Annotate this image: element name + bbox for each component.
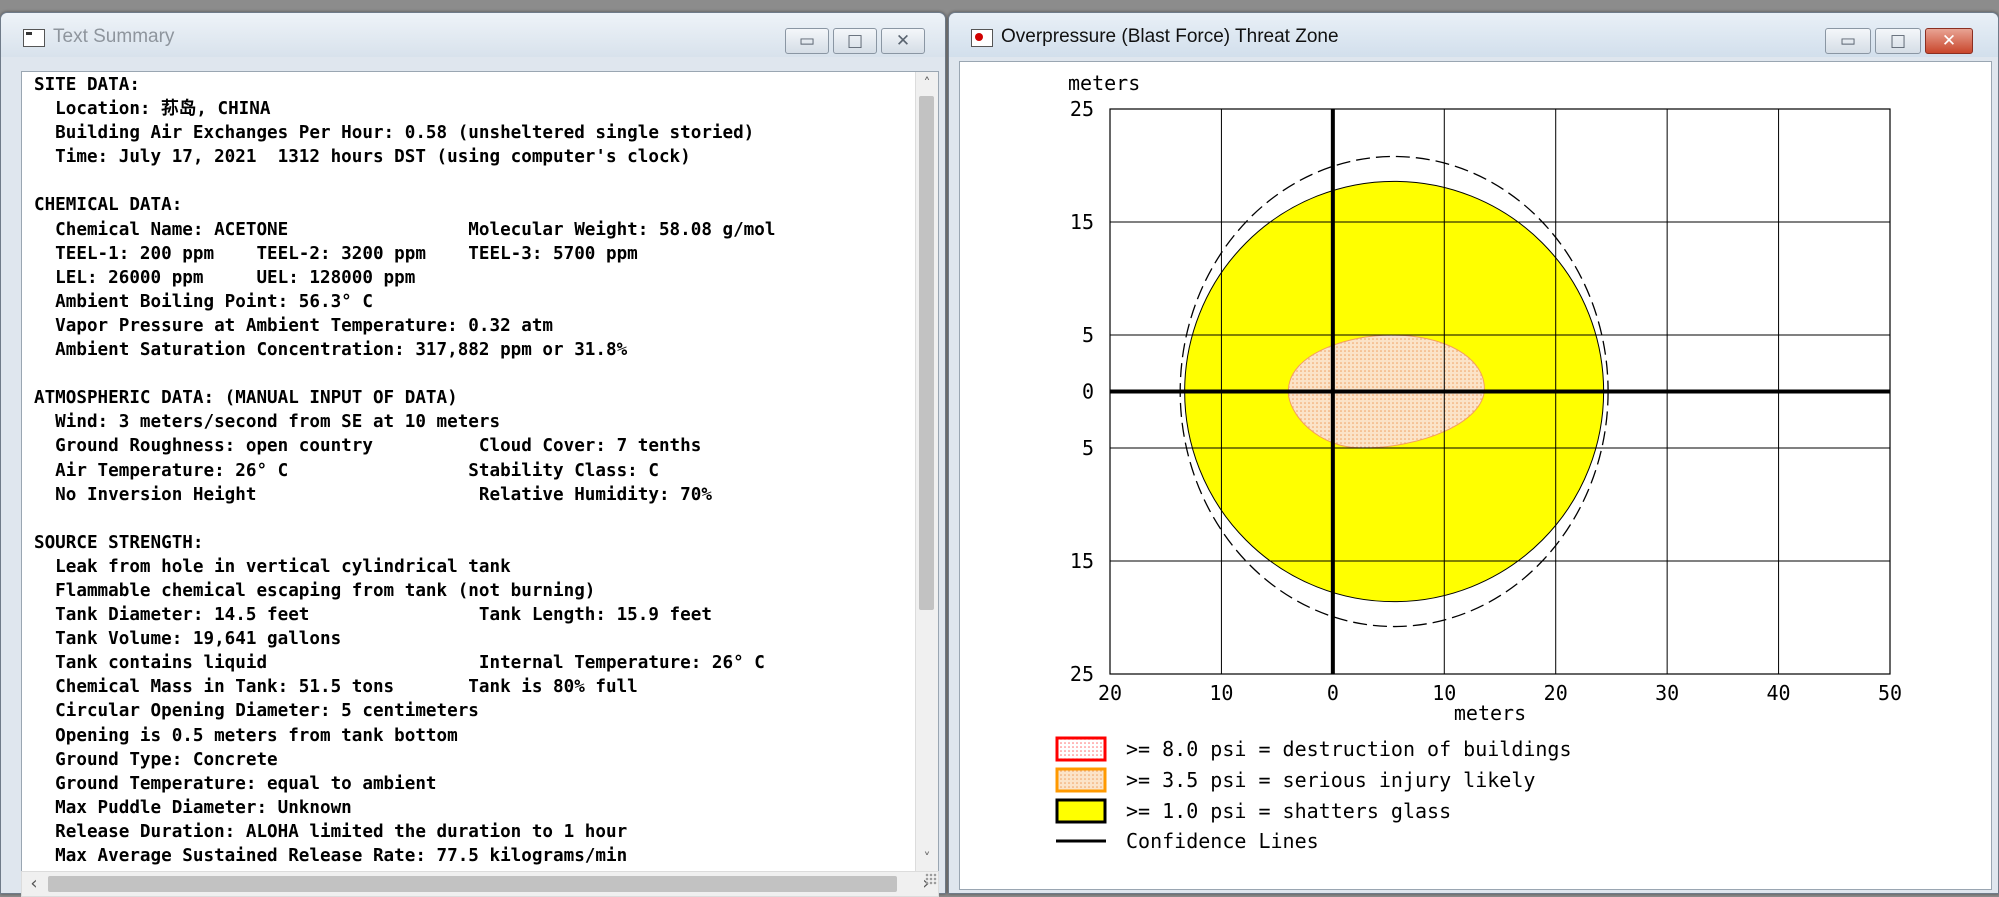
- legend-label: >= 1.0 psi = shatters glass: [1126, 799, 1451, 823]
- summary-line: Ground Roughness: open country Cloud Cov…: [34, 436, 702, 457]
- legend-swatch-1: [1055, 767, 1107, 793]
- summary-line: Ambient Saturation Concentration: 317,88…: [34, 340, 628, 361]
- y-tick-label: 5: [1082, 436, 1094, 460]
- minimize-button[interactable]: ▭: [785, 28, 829, 54]
- summary-line: SOURCE STRENGTH:: [34, 532, 204, 553]
- close-icon: ✕: [895, 30, 911, 51]
- vertical-scrollbar[interactable]: ˄ ˅: [915, 72, 938, 871]
- scroll-up-icon[interactable]: ˄: [916, 74, 938, 94]
- threat-window-title: Overpressure (Blast Force) Threat Zone: [1001, 26, 1339, 47]
- y-tick-label: 15: [1070, 210, 1094, 234]
- x-tick-label: 50: [1878, 681, 1902, 705]
- vertical-scroll-thumb[interactable]: [919, 96, 934, 610]
- summary-line: Ambient Boiling Point: 56.3° C: [34, 291, 373, 312]
- summary-line: Flammable chemical escaping from tank (n…: [34, 580, 596, 601]
- y-tick-label: 25: [1070, 97, 1094, 121]
- summary-line: Chemical Mass in Tank: 51.5 tons Tank is…: [34, 677, 638, 698]
- summary-line: Leak from hole in vertical cylindrical t…: [34, 556, 511, 577]
- x-tick-label: 20: [1098, 681, 1122, 705]
- summary-line: Tank Diameter: 14.5 feet Tank Length: 15…: [34, 605, 712, 626]
- scroll-left-icon[interactable]: ‹: [24, 874, 44, 894]
- threat-titlebar[interactable]: Overpressure (Blast Force) Threat Zone ▭…: [949, 13, 1998, 57]
- summary-line: SITE DATA:: [34, 75, 140, 95]
- summary-line: Ground Temperature: equal to ambient: [34, 773, 437, 794]
- x-tick-label: 10: [1209, 681, 1233, 705]
- x-axis-label: meters: [1454, 701, 1526, 725]
- legend-swatch-2: [1055, 798, 1107, 824]
- summary-line: Chemical Name: ACETONE Molecular Weight:…: [34, 219, 776, 240]
- legend-swatch-0: [1055, 736, 1107, 762]
- y-tick-label: 5: [1082, 323, 1094, 347]
- maximize-icon: □: [1889, 30, 1907, 51]
- summary-line: [34, 169, 914, 193]
- y-axis-label: meters: [1068, 71, 1140, 95]
- horizontal-scroll-thumb[interactable]: [48, 876, 897, 892]
- summary-line: Max Puddle Diameter: Unknown: [34, 797, 352, 818]
- y-tick-label: 0: [1082, 380, 1094, 404]
- summary-window-title: Text Summary: [53, 26, 175, 47]
- summary-line: Release Duration: ALOHA limited the dura…: [34, 821, 628, 842]
- x-tick-label: 0: [1327, 681, 1339, 705]
- close-button[interactable]: ✕: [881, 28, 925, 54]
- y-tick-label: 25: [1070, 662, 1094, 686]
- horizontal-scrollbar[interactable]: ‹ ›: [21, 871, 939, 897]
- summary-line: CHEMICAL DATA:: [34, 195, 183, 216]
- legend-label: >= 8.0 psi = destruction of buildings: [1126, 737, 1572, 761]
- maximize-icon: □: [846, 30, 864, 51]
- summary-line: Circular Opening Diameter: 5 centimeters: [34, 701, 479, 722]
- threat-zone-window: Overpressure (Blast Force) Threat Zone ▭…: [948, 12, 1999, 894]
- summary-line: ATMOSPHERIC DATA: (MANUAL INPUT OF DATA): [34, 388, 458, 409]
- resize-grip-icon[interactable]: [925, 873, 937, 885]
- summary-line: Time: July 17, 2021 1312 hours DST (usin…: [34, 147, 691, 168]
- summary-line: LEL: 26000 ppm UEL: 128000 ppm: [34, 267, 416, 288]
- threat-zone-plot: 20 10 0 10 20 30 40 5025155051525metersmeters>=…: [1055, 71, 1902, 853]
- summary-line: Vapor Pressure at Ambient Temperature: 0…: [34, 315, 554, 336]
- maximize-button[interactable]: □: [1875, 28, 1921, 54]
- summary-line: Tank Volume: 19,641 gallons: [34, 629, 342, 650]
- summary-line: Location: 荪岛, CHINA: [34, 99, 271, 120]
- summary-line: TEEL-1: 200 ppm TEEL-2: 3200 ppm TEEL-3:…: [34, 243, 638, 264]
- summary-text: SITE DATA: Location: 荪岛, CHINA Building …: [34, 73, 914, 868]
- y-tick-label: 15: [1070, 549, 1094, 573]
- legend-label: >= 3.5 psi = serious injury likely: [1126, 768, 1535, 792]
- summary-line: Wind: 3 meters/second from SE at 10 mete…: [34, 412, 501, 433]
- minimize-icon: ▭: [798, 30, 816, 51]
- summary-line: Ground Type: Concrete: [34, 749, 278, 770]
- summary-line: No Inversion Height Relative Humidity: 7…: [34, 484, 712, 505]
- close-button[interactable]: ✕: [1925, 28, 1973, 54]
- summary-line: Max Average Sustained Release Rate: 77.5…: [34, 846, 628, 866]
- summary-line: Building Air Exchanges Per Hour: 0.58 (u…: [34, 123, 755, 144]
- x-tick-label: 20: [1544, 681, 1568, 705]
- window-app-icon: [971, 29, 993, 47]
- minimize-icon: ▭: [1839, 30, 1857, 51]
- maximize-button[interactable]: □: [833, 28, 877, 54]
- summary-line: [34, 507, 914, 531]
- scroll-down-icon[interactable]: ˅: [916, 849, 938, 869]
- threat-zone-plot-panel: 20 10 0 10 20 30 40 50 25 15 5 0 5 15 25 meters meters >=…: [959, 61, 1992, 890]
- x-tick-label: 10: [1432, 681, 1456, 705]
- summary-line: Air Temperature: 26° C Stability Class: …: [34, 460, 659, 481]
- window-app-icon: [23, 29, 45, 47]
- minimize-button[interactable]: ▭: [1825, 28, 1871, 54]
- summary-line: Tank contains liquid Internal Temperatur…: [34, 653, 765, 674]
- summary-titlebar[interactable]: Text Summary ▭ □ ✕: [1, 13, 945, 57]
- summary-text-panel[interactable]: SITE DATA: Location: 荪岛, CHINA Building …: [21, 71, 939, 873]
- summary-line: Opening is 0.5 meters from tank bottom: [34, 725, 458, 746]
- legend-label: Confidence Lines: [1126, 829, 1319, 853]
- close-icon: ✕: [1941, 30, 1957, 51]
- x-tick-label: 30: [1655, 681, 1679, 705]
- x-tick-label: 40: [1767, 681, 1791, 705]
- summary-line: [34, 362, 914, 386]
- text-summary-window: Text Summary ▭ □ ✕ SITE DATA: Location: …: [0, 12, 946, 897]
